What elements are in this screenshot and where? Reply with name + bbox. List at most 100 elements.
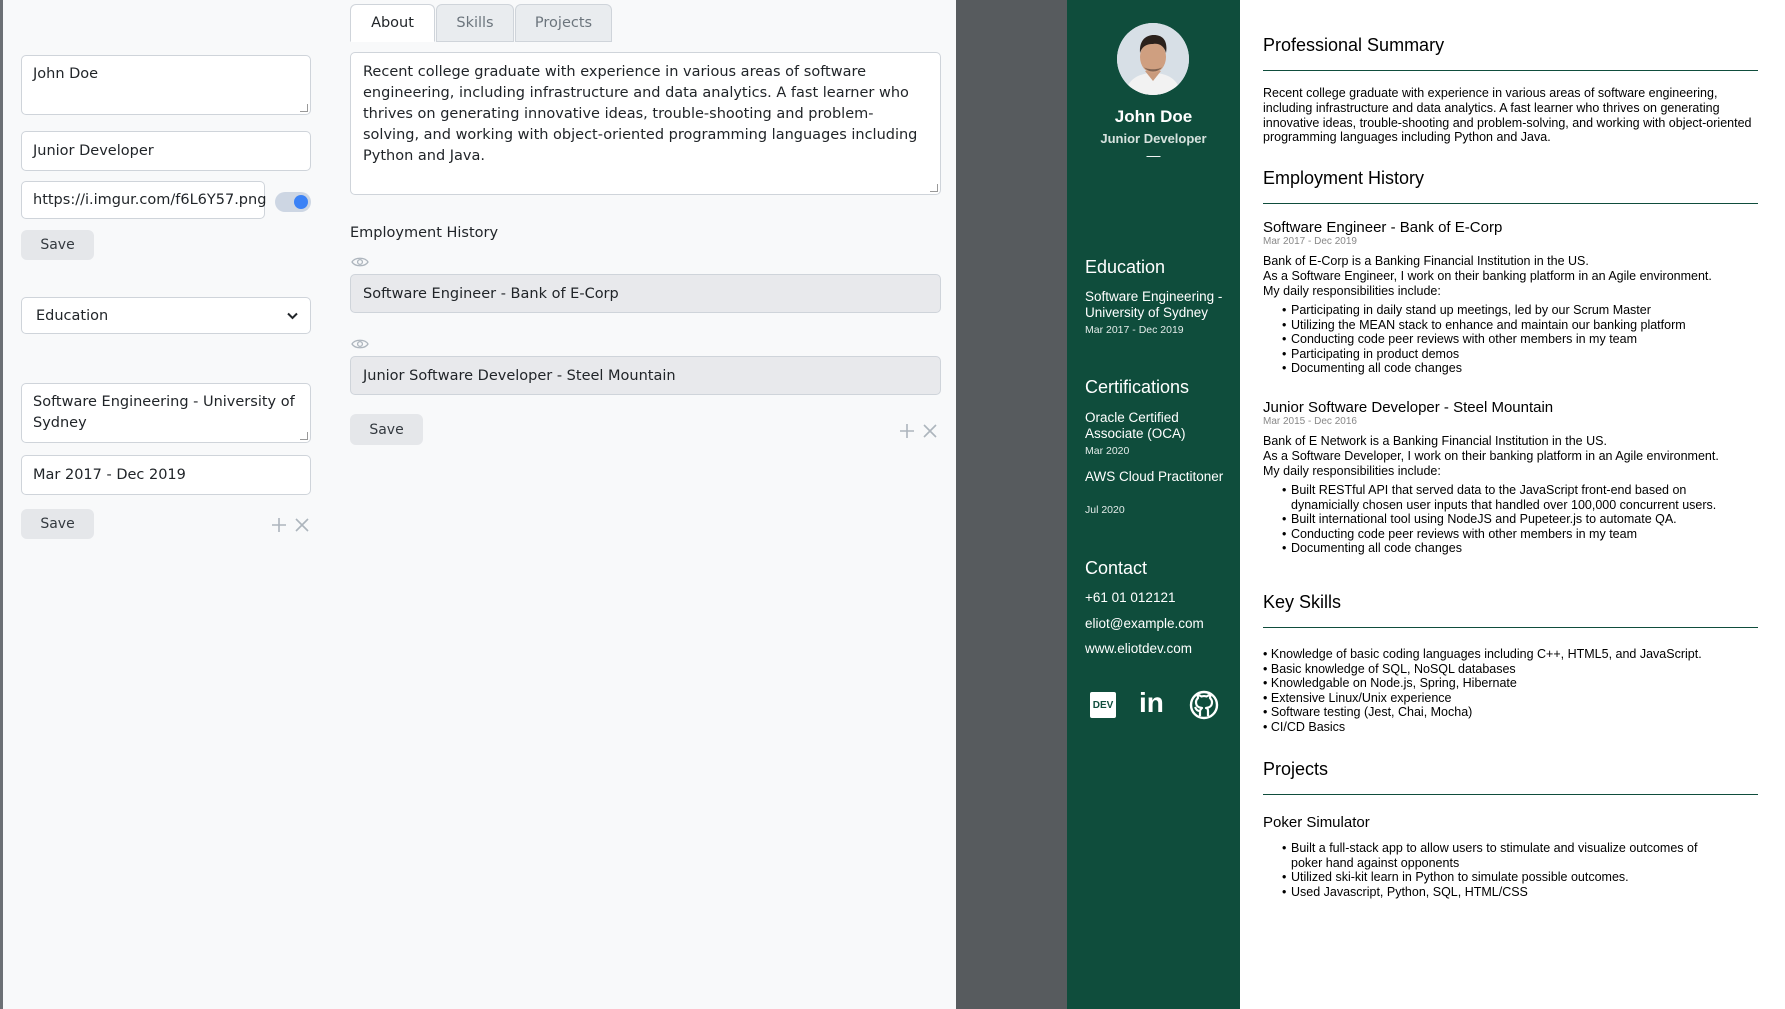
add-icon[interactable] xyxy=(271,517,287,533)
resume-name: John Doe xyxy=(1114,107,1193,126)
tab-projects[interactable]: Projects xyxy=(515,4,612,42)
resume-sidebar: John Doe Junior Developer — Education So… xyxy=(1067,0,1240,1009)
section-divider xyxy=(1263,794,1758,795)
section-select[interactable]: Education xyxy=(21,297,311,334)
avatar-photo xyxy=(1117,23,1189,95)
list-item: Conducting code peer reviews with other … xyxy=(1282,527,1742,542)
eye-icon[interactable] xyxy=(351,338,369,350)
editor-tabs: About Skills Projects xyxy=(350,4,613,42)
job-description-line: Bank of E-Corp is a Banking Financial In… xyxy=(1263,254,1589,268)
job-description-line: My daily responsibilities include: xyxy=(1263,463,1441,478)
photo-toggle[interactable] xyxy=(275,192,311,212)
employment-history-label: Employment History xyxy=(350,225,499,241)
list-item: Documenting all code changes xyxy=(1282,361,1752,376)
resize-handle[interactable] xyxy=(300,432,308,440)
education-dates-value: Mar 2017 - Dec 2019 xyxy=(33,466,186,483)
employment-item-label: Junior Software Developer - Steel Mounta… xyxy=(363,367,676,384)
education-save-button[interactable]: Save xyxy=(21,509,94,539)
section-divider xyxy=(1263,627,1758,628)
certification-date: Jul 2020 xyxy=(1085,504,1125,516)
skills-heading: Key Skills xyxy=(1263,592,1342,612)
project-bullets: Built a full-stack app to allow users to… xyxy=(1282,841,1722,899)
photo-url-value: https://i.imgur.com/f6L6Y57.png xyxy=(33,191,267,208)
certifications-heading: Certifications xyxy=(1085,377,1190,397)
dev-icon[interactable]: DEV xyxy=(1090,692,1116,718)
contact-website: www.eliotdev.com xyxy=(1085,641,1193,656)
list-item: Built international tool using NodeJS an… xyxy=(1282,512,1742,527)
job-title: Junior Software Developer - Steel Mounta… xyxy=(1263,399,1554,416)
list-item: Participating in daily stand up meetings… xyxy=(1282,303,1752,318)
list-item: • Software testing (Jest, Chai, Mocha) xyxy=(1263,705,1473,719)
skill-text: CI/CD Basics xyxy=(1270,719,1346,734)
avatar xyxy=(1117,23,1189,95)
resume-editor: John Doe Junior Developer https://i.imgu… xyxy=(3,0,956,1009)
chevron-down-icon xyxy=(287,312,298,319)
job-description: Bank of E Network is a Banking Financial… xyxy=(1263,434,1758,478)
profile-save-button[interactable]: Save xyxy=(21,230,94,260)
list-item: Participating in product demos xyxy=(1282,347,1752,362)
linkedin-icon-text: in xyxy=(1139,687,1164,718)
close-icon[interactable] xyxy=(923,424,937,438)
list-item: • Extensive Linux/Unix experience xyxy=(1263,690,1452,705)
job-title-input[interactable]: Junior Developer xyxy=(21,131,311,171)
resume-main: Professional Summary Recent college grad… xyxy=(1240,0,1785,1009)
list-item: • CI/CD Basics xyxy=(1263,719,1346,734)
skill-text: Knowledge of basic coding languages incl… xyxy=(1270,647,1702,661)
list-item: • Knowledge of basic coding languages in… xyxy=(1263,647,1702,661)
list-item: Built RESTful API that served data to th… xyxy=(1282,483,1742,512)
skill-text: Extensive Linux/Unix experience xyxy=(1270,690,1452,705)
education-date: Mar 2017 - Dec 2019 xyxy=(1085,324,1184,336)
certification-date: Mar 2020 xyxy=(1085,445,1130,457)
section-divider xyxy=(1263,203,1758,204)
job-title-value: Junior Developer xyxy=(33,142,154,159)
list-item: Used Javascript, Python, SQL, HTML/CSS xyxy=(1282,885,1722,900)
list-item: Utilized ski-kit learn in Python to simu… xyxy=(1282,870,1722,885)
job-description-line: As a Software Developer, I work on their… xyxy=(1263,448,1719,463)
add-icon[interactable] xyxy=(899,423,915,439)
resume-title: Junior Developer xyxy=(1100,131,1207,146)
skills-list: • Knowledge of basic coding languages in… xyxy=(1263,647,1758,734)
job-description: Bank of E-Corp is a Banking Financial In… xyxy=(1263,254,1758,298)
employment-item[interactable]: Software Engineer - Bank of E-Corp xyxy=(350,274,941,313)
summary-text: Recent college graduate with experience … xyxy=(1263,86,1752,145)
list-item: Utilizing the MEAN stack to enhance and … xyxy=(1282,318,1752,333)
github-icon[interactable] xyxy=(1189,690,1219,720)
about-textarea[interactable]: Recent college graduate with experience … xyxy=(350,52,941,195)
employment-save-button[interactable]: Save xyxy=(350,414,423,445)
certification-title: AWS Cloud Practitoner xyxy=(1085,469,1224,484)
section-select-value: Education xyxy=(36,307,109,324)
list-item: Built a full-stack app to allow users to… xyxy=(1282,841,1722,870)
employment-heading: Employment History xyxy=(1263,168,1425,188)
employment-item[interactable]: Junior Software Developer - Steel Mounta… xyxy=(350,356,941,395)
education-title: Software Engineering - University of Syd… xyxy=(1085,289,1223,320)
name-textarea[interactable]: John Doe xyxy=(21,55,311,115)
tab-skills[interactable]: Skills xyxy=(436,4,514,42)
eye-icon[interactable] xyxy=(351,256,369,268)
toggle-knob xyxy=(294,195,308,209)
skill-text: Software testing (Jest, Chai, Mocha) xyxy=(1270,705,1473,719)
photo-url-input[interactable]: https://i.imgur.com/f6L6Y57.png xyxy=(21,181,267,219)
contact-heading: Contact xyxy=(1085,558,1148,578)
list-item: Conducting code peer reviews with other … xyxy=(1282,332,1752,347)
job-description-line: Bank of E Network is a Banking Financial… xyxy=(1263,434,1607,448)
certification-title: Oracle Certified Associate (OCA) xyxy=(1085,410,1186,441)
resize-handle[interactable] xyxy=(300,104,308,112)
list-item: • Basic knowledge of SQL, NoSQL database… xyxy=(1263,661,1516,676)
education-dates-input[interactable]: Mar 2017 - Dec 2019 xyxy=(21,455,311,495)
section-divider xyxy=(1263,70,1758,71)
dev-icon-text: DEV xyxy=(1092,699,1114,711)
education-degree-textarea[interactable]: Software Engineering - University of Syd… xyxy=(21,383,311,443)
job-date: Mar 2015 - Dec 2016 xyxy=(1263,416,1357,427)
resize-handle[interactable] xyxy=(930,184,938,192)
tab-about[interactable]: About xyxy=(350,4,435,42)
contact-email: eliot@example.com xyxy=(1085,616,1204,631)
skill-text: Knowledgable on Node.js, Spring, Hiberna… xyxy=(1270,676,1517,690)
linkedin-icon[interactable]: in xyxy=(1139,686,1169,720)
skill-text: Basic knowledge of SQL, NoSQL databases xyxy=(1270,661,1516,676)
close-icon[interactable] xyxy=(295,518,309,532)
job-title: Software Engineer - Bank of E-Corp xyxy=(1263,219,1503,236)
list-item: • Knowledgable on Node.js, Spring, Hiber… xyxy=(1263,676,1517,690)
job-description-line: As a Software Engineer, I work on their … xyxy=(1263,268,1712,283)
job-bullets: Participating in daily stand up meetings… xyxy=(1282,303,1752,376)
job-description-line: My daily responsibilities include: xyxy=(1263,283,1441,298)
